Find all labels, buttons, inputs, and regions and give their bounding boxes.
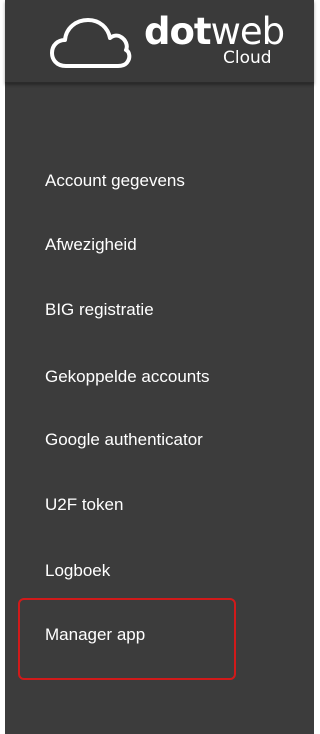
brand-name: dotweb: [144, 10, 286, 53]
brand-name-light: web: [210, 10, 286, 53]
brand-name-bold: dot: [144, 10, 212, 53]
menu-item-afwezigheid[interactable]: Afwezigheid: [45, 230, 137, 260]
menu-item-manager-app[interactable]: Manager app: [45, 620, 145, 650]
sidebar-header: dotweb Cloud: [5, 0, 314, 83]
brand-subtitle: Cloud: [223, 48, 272, 68]
menu-item-logboek[interactable]: Logboek: [45, 556, 110, 586]
menu-item-account-gegevens[interactable]: Account gegevens: [45, 166, 185, 196]
menu-item-gekoppelde-accounts[interactable]: Gekoppelde accounts: [45, 362, 209, 392]
page: dotweb Cloud Account gegevens Afwezighei…: [0, 0, 320, 734]
menu-item-big-registratie[interactable]: BIG registratie: [45, 295, 154, 325]
menu-item-u2f-token[interactable]: U2F token: [45, 490, 123, 520]
sidebar: dotweb Cloud Account gegevens Afwezighei…: [5, 0, 314, 734]
logo[interactable]: dotweb Cloud: [50, 12, 295, 72]
cloud-icon: [50, 18, 132, 68]
menu-item-google-authenticator[interactable]: Google authenticator: [45, 425, 203, 455]
